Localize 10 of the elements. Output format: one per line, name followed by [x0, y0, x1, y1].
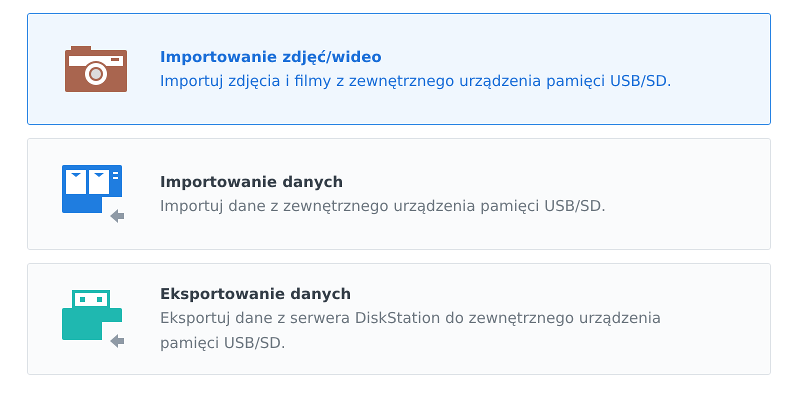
option-card[interactable]: Importowanie zdjęć/wideo Importuj zdjęcia i filmy z zewnętrznego urządzenia pamięci USB/SD. — [27, 13, 771, 125]
option-title: Importowanie zdjęć/wideo — [160, 46, 383, 68]
option-card[interactable]: Eksportowanie danych Eksportuj dane z serwera DiskStation do zewnętrznego urządzenia pamięci USB/SD. — [27, 263, 771, 375]
option-title: Importowanie danych — [160, 172, 344, 192]
option-description: Importuj zdjęcia i filmy z zewnętrznego urządzenia pamięci USB/SD. — [160, 70, 673, 92]
option-title: Eksportowanie danych — [160, 284, 352, 305]
option-card[interactable]: Importowanie danych Importuj dane z zewnętrznego urządzenia pamięci USB/SD. — [27, 138, 771, 250]
option-description: Eksportuj dane z serwera DiskStation do zewnętrznego urządzenia pamięci USB/SD. — [160, 308, 662, 354]
option-description: Importuj dane z zewnętrznego urządzenia pamięci USB/SD. — [160, 196, 607, 216]
camera-icon — [65, 46, 127, 92]
